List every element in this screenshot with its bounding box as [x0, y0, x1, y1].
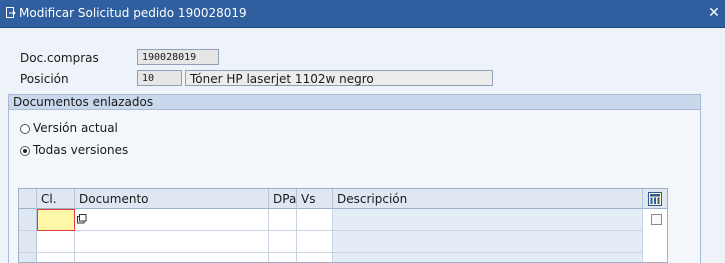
- table-settings-icon[interactable]: [648, 192, 662, 206]
- posicion-field: 10: [137, 70, 182, 86]
- table-cell-dpa[interactable]: [269, 231, 297, 253]
- table-cell-documento[interactable]: [75, 209, 269, 231]
- doc-compras-label: Doc.compras: [20, 51, 99, 65]
- doc-compras-field: 190028019: [137, 49, 219, 65]
- table-cell-descripcion: [333, 231, 643, 253]
- posicion-label: Posición: [20, 72, 69, 86]
- table-cell-documento[interactable]: [75, 231, 269, 253]
- close-icon[interactable]: ✕: [706, 4, 722, 22]
- radio-label-version-actual: Versión actual: [33, 121, 118, 135]
- table-cell-descripcion: [333, 253, 643, 262]
- row-selector[interactable]: [19, 231, 37, 253]
- input-help-icon[interactable]: [77, 214, 87, 224]
- row-selector[interactable]: [19, 209, 37, 231]
- linked-documents-table: Cl. Documento DPa Vs Descripción S: [18, 188, 668, 263]
- table-cell-dpa[interactable]: [269, 209, 297, 231]
- linked-documents-header: Documentos enlazados: [8, 94, 701, 110]
- radio-todas-versiones[interactable]: [20, 146, 30, 156]
- table-cell-documento[interactable]: [75, 253, 269, 262]
- table-cell-vs[interactable]: [297, 209, 333, 231]
- table-cell-vs[interactable]: [297, 253, 333, 262]
- column-header-vs[interactable]: Vs: [297, 189, 333, 209]
- table-cell-cl[interactable]: [37, 253, 75, 262]
- edit-document-icon: [6, 7, 16, 18]
- select-all-column-header[interactable]: [19, 189, 37, 209]
- column-header-cl[interactable]: Cl.: [37, 189, 75, 209]
- table-cell-dpa[interactable]: [269, 253, 297, 262]
- column-header-dpa[interactable]: DPa: [269, 189, 297, 209]
- table-cell-cl[interactable]: [37, 209, 75, 231]
- table-cell-cl[interactable]: [37, 231, 75, 253]
- table-cell-vs[interactable]: [297, 231, 333, 253]
- column-header-documento[interactable]: Documento: [75, 189, 269, 209]
- table-cell-descripcion: [333, 209, 643, 231]
- window-title: Modificar Solicitud pedido 190028019: [19, 6, 247, 20]
- radio-version-actual[interactable]: [20, 124, 30, 134]
- title-bar: Modificar Solicitud pedido 190028019 ✕: [0, 0, 725, 28]
- row-selector[interactable]: [19, 253, 37, 262]
- radio-label-todas-versiones: Todas versiones: [33, 143, 129, 157]
- column-header-descripcion[interactable]: Descripción: [333, 189, 643, 209]
- row-checkbox[interactable]: [651, 214, 662, 225]
- posicion-description-field: Tóner HP laserjet 1102w negro: [185, 70, 493, 86]
- radio-selected-dot: [23, 149, 27, 153]
